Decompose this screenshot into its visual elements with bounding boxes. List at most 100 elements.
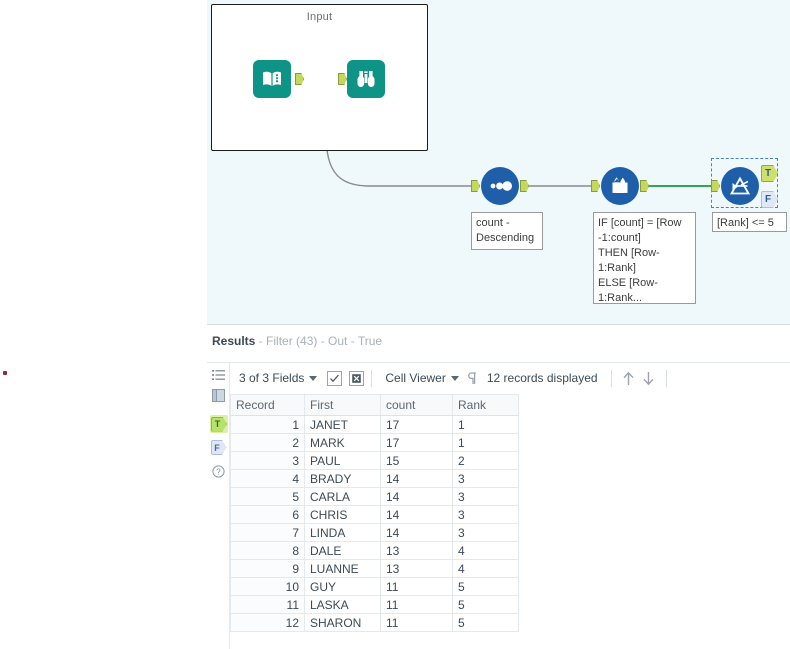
cell-record[interactable]: 1 — [230, 415, 305, 434]
table-row[interactable]: 11 LASKA 11 5 — [230, 595, 519, 614]
results-table[interactable]: Record First count Rank 1 JANET 17 1 2 M… — [230, 394, 519, 632]
cell-record[interactable]: 7 — [230, 523, 305, 542]
cell-count[interactable]: 17 — [380, 415, 453, 434]
cell-first[interactable]: CARLA — [304, 487, 381, 506]
cell-first[interactable]: LUANNE — [304, 559, 381, 578]
cell-record[interactable]: 11 — [230, 595, 305, 614]
cell-record[interactable]: 2 — [230, 433, 305, 452]
arrow-down-icon[interactable] — [639, 368, 659, 388]
table-row[interactable]: 12 SHARON 11 5 — [230, 613, 519, 632]
tool-node-sort[interactable]: count - Descending — [471, 167, 543, 250]
cell-rank[interactable]: 3 — [452, 505, 519, 524]
tool-node-browse[interactable] — [338, 60, 385, 98]
cell-count[interactable]: 14 — [380, 523, 453, 542]
cell-count[interactable]: 14 — [380, 487, 453, 506]
false-anchor-tag[interactable]: F — [210, 439, 227, 456]
results-pane-divider — [207, 324, 790, 325]
red-marker-dot — [3, 371, 7, 375]
cell-count[interactable]: 11 — [380, 577, 453, 596]
cell-rank[interactable]: 5 — [452, 577, 519, 596]
columns-icon[interactable] — [210, 387, 227, 404]
workflow-canvas[interactable]: Input count - Descending IF [count] = [R… — [207, 0, 790, 324]
record-count-label: 12 records displayed — [481, 371, 604, 385]
table-row[interactable]: 3 PAUL 15 2 — [230, 451, 519, 470]
cell-count[interactable]: 14 — [380, 469, 453, 488]
false-anchor-tag-glyph: F — [210, 440, 227, 455]
chevron-down-icon — [309, 375, 318, 381]
cell-record[interactable]: 8 — [230, 541, 305, 560]
column-header-first[interactable]: First — [304, 394, 381, 416]
cell-first[interactable]: DALE — [304, 541, 381, 560]
table-row[interactable]: 6 CHRIS 14 3 — [230, 505, 519, 524]
deselect-all-fields-button[interactable] — [349, 370, 365, 386]
cell-record[interactable]: 6 — [230, 505, 305, 524]
cell-record[interactable]: 12 — [230, 613, 305, 632]
cell-first[interactable]: MARK — [304, 433, 381, 452]
pilcrow-icon[interactable] — [465, 371, 481, 385]
cell-first[interactable]: SHARON — [304, 613, 381, 632]
cell-viewer-selector[interactable]: Cell Viewer — [379, 371, 464, 385]
cell-record[interactable]: 5 — [230, 487, 305, 506]
toolbar-separator-2 — [610, 369, 612, 387]
cell-count[interactable]: 11 — [380, 613, 453, 632]
cell-count[interactable]: 15 — [380, 451, 453, 470]
cell-rank[interactable]: 1 — [452, 415, 519, 434]
cell-count[interactable]: 13 — [380, 559, 453, 578]
cell-rank[interactable]: 1 — [452, 433, 519, 452]
cell-rank[interactable]: 2 — [452, 451, 519, 470]
cell-first[interactable]: BRADY — [304, 469, 381, 488]
cell-first[interactable]: PAUL — [304, 451, 381, 470]
tool-node-filter[interactable]: T F [Rank] <= 5 — [711, 165, 787, 232]
cell-viewer-label: Cell Viewer — [385, 371, 446, 385]
results-title-sep-2: - — [317, 334, 329, 348]
cell-first[interactable]: JANET — [304, 415, 381, 434]
cell-rank[interactable]: 3 — [452, 487, 519, 506]
fields-selector[interactable]: 3 of 3 Fields — [233, 371, 323, 385]
cell-first[interactable]: LINDA — [304, 523, 381, 542]
field-list-icon[interactable] — [210, 367, 227, 384]
column-header-count[interactable]: count — [380, 394, 453, 416]
cell-count[interactable]: 17 — [380, 433, 453, 452]
table-row[interactable]: 8 DALE 13 4 — [230, 541, 519, 560]
cell-rank[interactable]: 4 — [452, 541, 519, 560]
binoculars-icon — [347, 60, 385, 98]
filter-false-label: F — [764, 194, 772, 205]
cell-count[interactable]: 14 — [380, 505, 453, 524]
table-row[interactable]: 9 LUANNE 13 4 — [230, 559, 519, 578]
cell-first[interactable]: GUY — [304, 577, 381, 596]
table-row[interactable]: 7 LINDA 14 3 — [230, 523, 519, 542]
column-header-rank[interactable]: Rank — [452, 394, 519, 416]
cell-count[interactable]: 11 — [380, 595, 453, 614]
cell-record[interactable]: 9 — [230, 559, 305, 578]
results-left-rail: T F ? — [207, 363, 229, 649]
results-source-anchor: Out — [328, 334, 348, 348]
tool-container-input[interactable]: Input — [211, 4, 428, 151]
tool-node-multirow-formula[interactable]: IF [count] = [Row -1:count] THEN [Row- 1… — [591, 167, 696, 304]
table-row[interactable]: 5 CARLA 14 3 — [230, 487, 519, 506]
true-anchor-tag[interactable]: T — [210, 415, 228, 433]
cell-rank[interactable]: 5 — [452, 613, 519, 632]
results-source-branch: True — [357, 334, 383, 348]
cell-first[interactable]: CHRIS — [304, 505, 381, 524]
select-all-fields-button[interactable] — [327, 370, 343, 386]
cell-first[interactable]: LASKA — [304, 595, 381, 614]
table-row[interactable]: 10 GUY 11 5 — [230, 577, 519, 596]
cell-record[interactable]: 10 — [230, 577, 305, 596]
cell-rank[interactable]: 3 — [452, 523, 519, 542]
chevron-down-icon-2 — [450, 375, 459, 381]
results-label: Results — [212, 334, 256, 348]
arrow-up-icon[interactable] — [619, 368, 639, 388]
table-row[interactable]: 2 MARK 17 1 — [230, 433, 519, 452]
table-row[interactable]: 4 BRADY 14 3 — [230, 469, 519, 488]
table-row[interactable]: 1 JANET 17 1 — [230, 415, 519, 434]
tool-node-directory[interactable] — [253, 60, 304, 98]
cell-rank[interactable]: 4 — [452, 559, 519, 578]
column-header-record[interactable]: Record — [230, 394, 305, 416]
cell-rank[interactable]: 3 — [452, 469, 519, 488]
cell-rank[interactable]: 5 — [452, 595, 519, 614]
sort-annotation: count - Descending — [471, 212, 543, 250]
cell-record[interactable]: 4 — [230, 469, 305, 488]
cell-count[interactable]: 13 — [380, 541, 453, 560]
cell-record[interactable]: 3 — [230, 451, 305, 470]
help-icon[interactable]: ? — [210, 463, 227, 480]
